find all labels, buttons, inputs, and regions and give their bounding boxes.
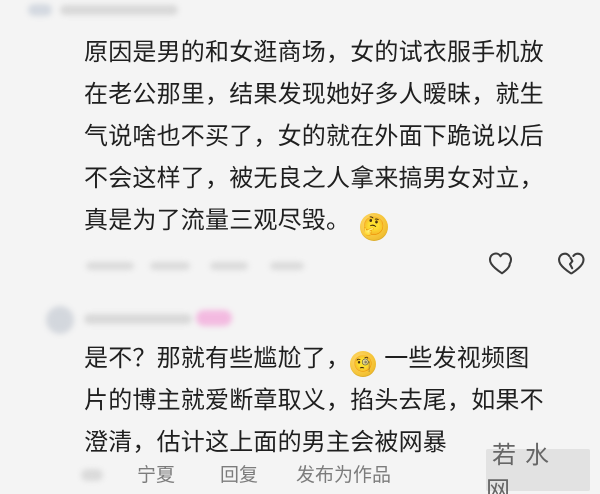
comment-1-last-text: 真是为了流量三观尽毁。 xyxy=(84,206,351,234)
comment-1-line-1: 原因是男的和女逛商场，女的试衣服手机放 xyxy=(84,38,544,66)
comment-1-line-4: 不会这样了，被无良之人拿来搞男女对立， xyxy=(84,164,544,192)
blurred-name xyxy=(84,314,192,324)
face-with-monocle-icon: 🧐 xyxy=(350,351,377,377)
comment-1-line-5: 真是为了流量三观尽毁。 🤔 xyxy=(84,199,584,241)
publish-as-work-button[interactable]: 发布为作品 xyxy=(296,463,391,487)
blurred-meta-segment xyxy=(86,262,134,270)
comment-body-1: 原因是男的和女逛商场，女的试衣服手机放 在老公那里，结果发现她好多人暧昧，就生 … xyxy=(84,31,584,241)
broken-heart-outline-icon xyxy=(556,248,586,278)
blurred-meta-segment xyxy=(150,262,190,270)
blurred-name xyxy=(60,5,178,15)
blurred-user-info xyxy=(46,300,266,340)
comment-1-line-2: 在老公那里，结果发现她好多人暧昧，就生 xyxy=(84,80,544,108)
dislike-button[interactable] xyxy=(556,248,586,278)
comment-2-first-before: 是不？那就有些尴尬了， xyxy=(84,344,351,372)
blurred-comment-meta xyxy=(86,256,356,276)
location-label: 宁夏 xyxy=(137,464,176,486)
thinking-face-icon: 🤔 xyxy=(360,213,389,241)
heart-outline-icon xyxy=(487,248,517,278)
blurred-header xyxy=(28,0,198,20)
comment-2-line-2: 片的博主就爱断章取义，掐头去尾，如果不 xyxy=(84,386,544,414)
like-button[interactable] xyxy=(487,248,517,278)
blurred-avatar xyxy=(28,4,52,16)
blurred-time xyxy=(81,469,103,481)
blurred-meta-segment xyxy=(210,262,248,270)
blurred-avatar xyxy=(46,306,74,334)
blurred-badge xyxy=(196,310,232,326)
reply-button[interactable]: 回复 xyxy=(220,463,258,487)
comment-2-first-after: 一些发视频图 xyxy=(384,344,530,372)
blurred-meta-segment xyxy=(270,262,304,270)
watermark: 若水网 xyxy=(486,441,590,494)
comment-screen: 原因是男的和女逛商场，女的试衣服手机放 在老公那里，结果发现她好多人暧昧，就生 … xyxy=(0,0,600,494)
comment-1-line-3: 气说啥也不买了，女的就在外面下跪说以后 xyxy=(84,122,544,150)
comment-2-line-1: 是不？那就有些尴尬了， 🧐 一些发视频图 xyxy=(84,337,584,379)
